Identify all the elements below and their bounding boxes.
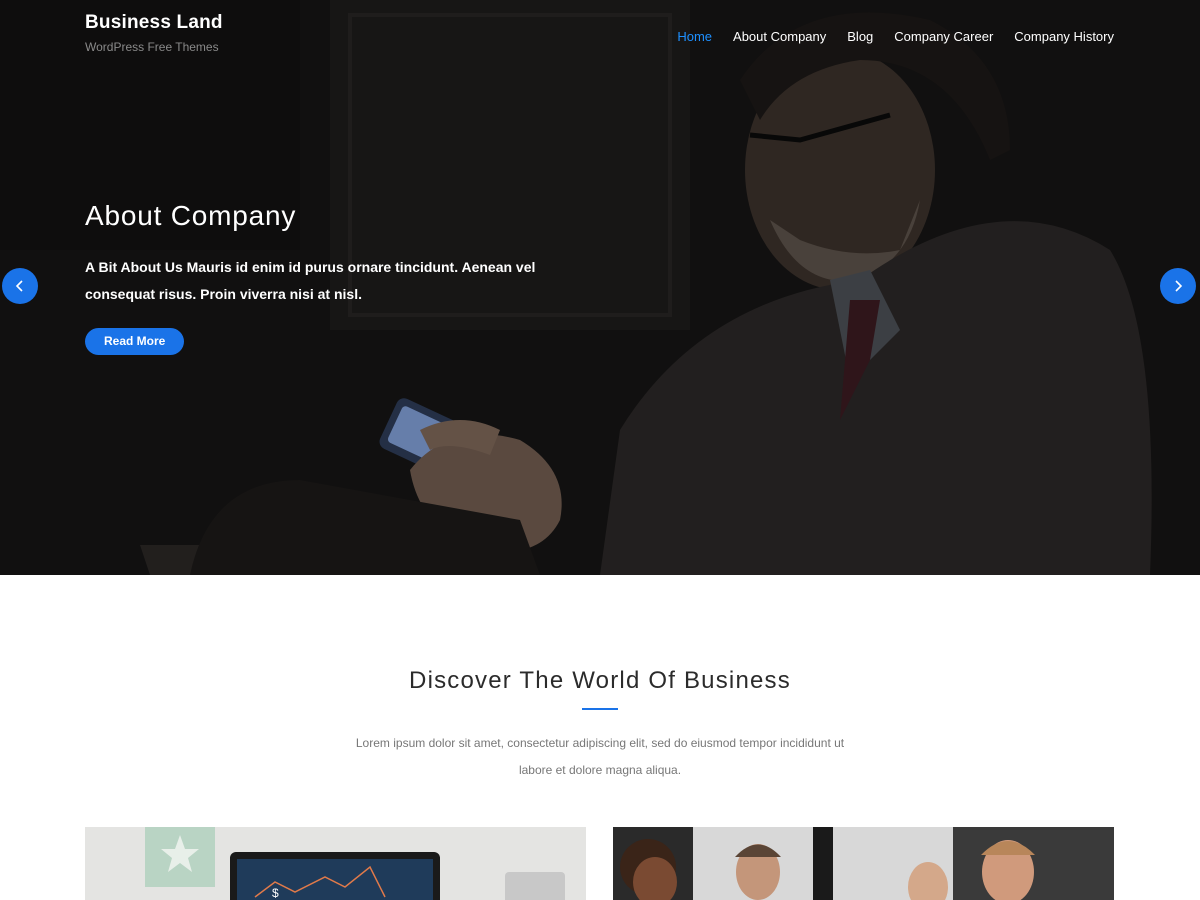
hero-slider: Business Land WordPress Free Themes Home…	[0, 0, 1200, 575]
chevron-left-icon	[15, 280, 23, 292]
nav-item-about-company[interactable]: About Company	[733, 29, 826, 44]
slide-text: A Bit About Us Mauris id enim id purus o…	[85, 259, 536, 302]
site-tagline: WordPress Free Themes	[85, 40, 219, 54]
site-title[interactable]: Business Land	[85, 12, 223, 34]
discover-section: Discover The World Of Business Lorem ips…	[0, 575, 1200, 900]
card-image-laptop[interactable]: $	[85, 827, 586, 900]
card-image-team[interactable]	[613, 827, 1114, 900]
nav-item-company-career[interactable]: Company Career	[894, 29, 993, 44]
laptop-image: $	[85, 827, 586, 900]
slider-prev-button[interactable]	[2, 268, 38, 304]
section-title: Discover The World Of Business	[409, 667, 791, 694]
nav-item-blog[interactable]: Blog	[847, 29, 873, 44]
slider-next-button[interactable]	[1160, 268, 1196, 304]
main-navigation: Home About Company Blog Company Career C…	[677, 29, 1114, 44]
read-more-button[interactable]: Read More	[85, 328, 185, 355]
svg-text:$: $	[272, 886, 279, 900]
slide-title: About Company	[85, 200, 297, 231]
nav-item-home[interactable]: Home	[677, 29, 712, 44]
slide-content: About Company A Bit About Us Mauris id e…	[85, 200, 555, 355]
chevron-right-icon	[1175, 280, 1183, 292]
title-divider	[582, 708, 618, 710]
team-meeting-image	[613, 827, 1114, 900]
site-branding: Business Land WordPress Free Themes	[85, 12, 223, 54]
nav-item-company-history[interactable]: Company History	[1014, 29, 1114, 44]
section-description: Lorem ipsum dolor sit amet, consectetur …	[355, 736, 845, 777]
